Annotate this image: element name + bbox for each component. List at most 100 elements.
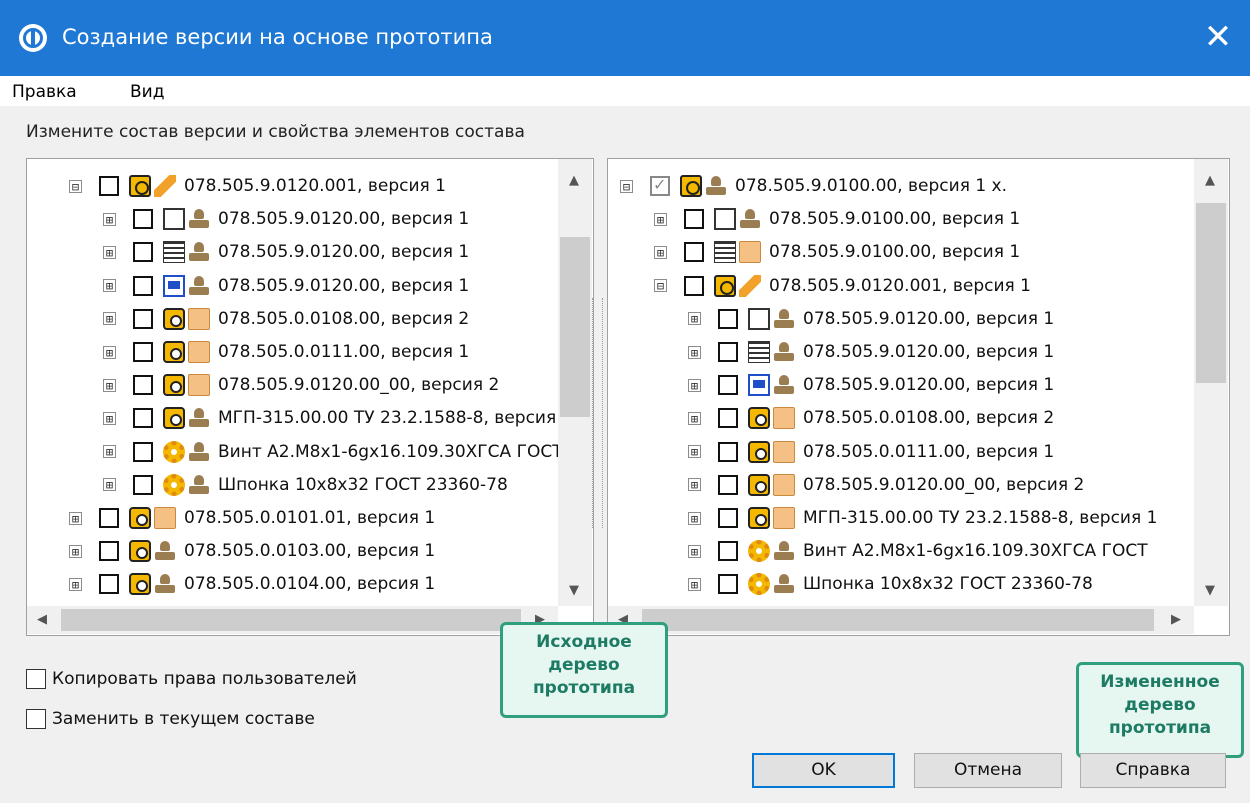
row-checkbox[interactable]	[718, 541, 738, 562]
row-checkbox[interactable]	[99, 176, 119, 196]
row-checkbox[interactable]	[133, 408, 153, 429]
row-checkbox[interactable]	[718, 408, 738, 429]
row-checkbox[interactable]	[684, 242, 704, 263]
replace-current-checkbox[interactable]	[26, 709, 46, 729]
cancel-button[interactable]: Отмена	[914, 753, 1062, 788]
expand-icon[interactable]: ⊞	[69, 577, 82, 591]
collapse-icon[interactable]: ⊟	[69, 179, 82, 193]
row-checkbox[interactable]	[133, 375, 153, 396]
modified-tree-hscrollbar[interactable]: ◀ ▶	[608, 606, 1194, 634]
row-checkbox[interactable]	[718, 342, 738, 362]
tree-row[interactable]: ⊟ 078.505.9.0100.00, версия 1 х.	[620, 171, 1007, 201]
modified-tree-panel[interactable]: ⊟ 078.505.9.0100.00, версия 1 х. ⊞ 078.505.…	[607, 158, 1230, 636]
tree-row[interactable]: ⊞ 078.505.0.0103.00, версия 1	[69, 536, 435, 566]
hscroll-thumb[interactable]	[61, 609, 521, 631]
expand-icon[interactable]: ⊞	[688, 445, 701, 459]
tree-row[interactable]: ⊞ 078.505.9.0120.00, версия 1	[688, 370, 1054, 400]
scroll-down-icon[interactable]: ▼	[1205, 583, 1215, 598]
expand-icon[interactable]: ⊞	[688, 544, 701, 558]
tree-row[interactable]: ⊞ 078.505.0.0101.01, версия 1	[69, 503, 435, 533]
tree-row[interactable]: ⊟ 078.505.9.0120.001, версия 1	[654, 271, 1031, 301]
scroll-thumb[interactable]	[1196, 203, 1226, 383]
source-tree-hscrollbar[interactable]: ◀ ▶	[27, 606, 558, 634]
copy-rights-checkbox[interactable]	[26, 669, 46, 689]
expand-icon[interactable]: ⊞	[103, 445, 116, 459]
menu-view[interactable]: Вид	[130, 82, 164, 102]
expand-icon[interactable]: ⊞	[103, 212, 116, 226]
expand-icon[interactable]: ⊞	[103, 345, 116, 359]
help-button[interactable]: Справка	[1080, 753, 1226, 788]
tree-row[interactable]: ⊞ 078.505.0.0108.00, версия 2	[103, 304, 469, 334]
ok-button[interactable]: OK	[752, 753, 895, 788]
row-checkbox[interactable]	[133, 441, 153, 462]
source-tree-panel[interactable]: ⊟ 078.505.9.0120.001, версия 1 ⊞ 078.505.9.…	[26, 158, 594, 636]
tree-row[interactable]: ⊞ 078.505.9.0120.00, версия 1	[103, 237, 469, 267]
tree-row[interactable]: ⊞ 078.505.0.0104.00, версия 1	[69, 569, 435, 599]
scroll-right-icon[interactable]: ▶	[1171, 612, 1181, 627]
tree-row[interactable]: ⊞ Винт А2.М8х1-6gх16.109.30ХГСА ГОСТ	[688, 536, 1148, 566]
tree-row[interactable]: ⊞ МГП-315.00.00 ТУ 23.2.1588-8, версия 1	[103, 403, 572, 433]
expand-icon[interactable]: ⊞	[103, 478, 116, 492]
expand-icon[interactable]: ⊞	[103, 378, 116, 392]
row-checkbox[interactable]	[718, 474, 738, 495]
scroll-up-icon[interactable]: ▲	[1205, 173, 1215, 188]
menu-edit[interactable]: Правка	[12, 82, 77, 102]
row-checkbox[interactable]	[99, 541, 119, 562]
tree-row[interactable]: ⊞ 078.505.9.0120.00, версия 1	[688, 337, 1054, 367]
expand-icon[interactable]: ⊞	[688, 312, 701, 326]
scroll-down-icon[interactable]: ▼	[569, 583, 579, 598]
tree-row[interactable]: ⊞ 078.505.9.0120.00, версия 1	[103, 271, 469, 301]
hscroll-thumb[interactable]	[642, 609, 1154, 631]
row-checkbox[interactable]	[684, 209, 704, 230]
panel-splitter[interactable]	[592, 298, 603, 528]
expand-icon[interactable]: ⊞	[688, 511, 701, 525]
row-checkbox[interactable]	[133, 275, 153, 296]
tree-row[interactable]: ⊞ 078.505.9.0100.00, версия 1	[654, 237, 1020, 267]
collapse-icon[interactable]: ⊟	[620, 179, 633, 193]
expand-icon[interactable]: ⊞	[688, 478, 701, 492]
replace-current-option[interactable]: Заменить в текущем составе	[26, 709, 315, 729]
tree-row[interactable]: ⊞ 078.505.9.0120.00_00, версия 2	[103, 370, 499, 400]
row-checkbox[interactable]	[718, 508, 738, 528]
tree-row[interactable]: ⊞ Винт А2.М8х1-6gх16.109.30ХГСА ГОСТ	[103, 437, 563, 467]
expand-icon[interactable]: ⊞	[688, 411, 701, 425]
row-checkbox[interactable]	[99, 574, 119, 595]
row-checkbox[interactable]	[99, 508, 119, 528]
tree-row[interactable]: ⊞ Шпонка 10х8х32 ГОСТ 23360-78	[103, 470, 508, 500]
expand-icon[interactable]: ⊞	[688, 378, 701, 392]
expand-icon[interactable]: ⊞	[654, 245, 667, 259]
expand-icon[interactable]: ⊞	[103, 312, 116, 326]
source-tree-vscrollbar[interactable]: ▲ ▼	[558, 159, 592, 606]
expand-icon[interactable]: ⊞	[103, 245, 116, 259]
row-checkbox[interactable]	[718, 375, 738, 396]
tree-row[interactable]: ⊞ 078.505.9.0100.00, версия 1	[654, 204, 1020, 234]
row-checkbox[interactable]	[133, 342, 153, 362]
row-checkbox[interactable]	[133, 242, 153, 263]
tree-row[interactable]: ⊞ 078.505.9.0120.00, версия 1	[103, 204, 469, 234]
row-checkbox[interactable]	[718, 574, 738, 595]
row-checkbox[interactable]	[133, 209, 153, 230]
expand-icon[interactable]: ⊞	[103, 411, 116, 425]
expand-icon[interactable]: ⊞	[688, 345, 701, 359]
tree-row[interactable]: ⊞ 078.505.0.0108.00, версия 2	[688, 403, 1054, 433]
tree-row[interactable]: ⊞ Шпонка 10х8х32 ГОСТ 23360-78	[688, 569, 1093, 599]
tree-row[interactable]: ⊞ 078.505.9.0120.00_00, версия 2	[688, 470, 1084, 500]
modified-tree-vscrollbar[interactable]: ▲ ▼	[1194, 159, 1228, 606]
expand-icon[interactable]: ⊞	[69, 511, 82, 525]
copy-rights-option[interactable]: Копировать права пользователей	[26, 669, 357, 689]
row-checkbox[interactable]	[133, 308, 153, 329]
close-button[interactable]: ✕	[1198, 20, 1238, 56]
expand-icon[interactable]: ⊞	[688, 577, 701, 591]
row-checkbox[interactable]	[718, 308, 738, 329]
collapse-icon[interactable]: ⊟	[654, 279, 667, 293]
tree-row[interactable]: ⊞ 078.505.9.0120.00, версия 1	[688, 304, 1054, 334]
scroll-thumb[interactable]	[560, 237, 590, 417]
tree-row[interactable]: ⊟ 078.505.9.0120.001, версия 1	[69, 171, 446, 201]
tree-row[interactable]: ⊞ 078.505.0.0111.00, версия 1	[103, 337, 469, 367]
row-checkbox[interactable]	[718, 441, 738, 462]
expand-icon[interactable]: ⊞	[103, 279, 116, 293]
tree-row[interactable]: ⊞ 078.505.0.0111.00, версия 1	[688, 437, 1054, 467]
expand-icon[interactable]: ⊞	[69, 544, 82, 558]
row-checkbox[interactable]	[133, 474, 153, 495]
row-checkbox[interactable]	[684, 275, 704, 296]
